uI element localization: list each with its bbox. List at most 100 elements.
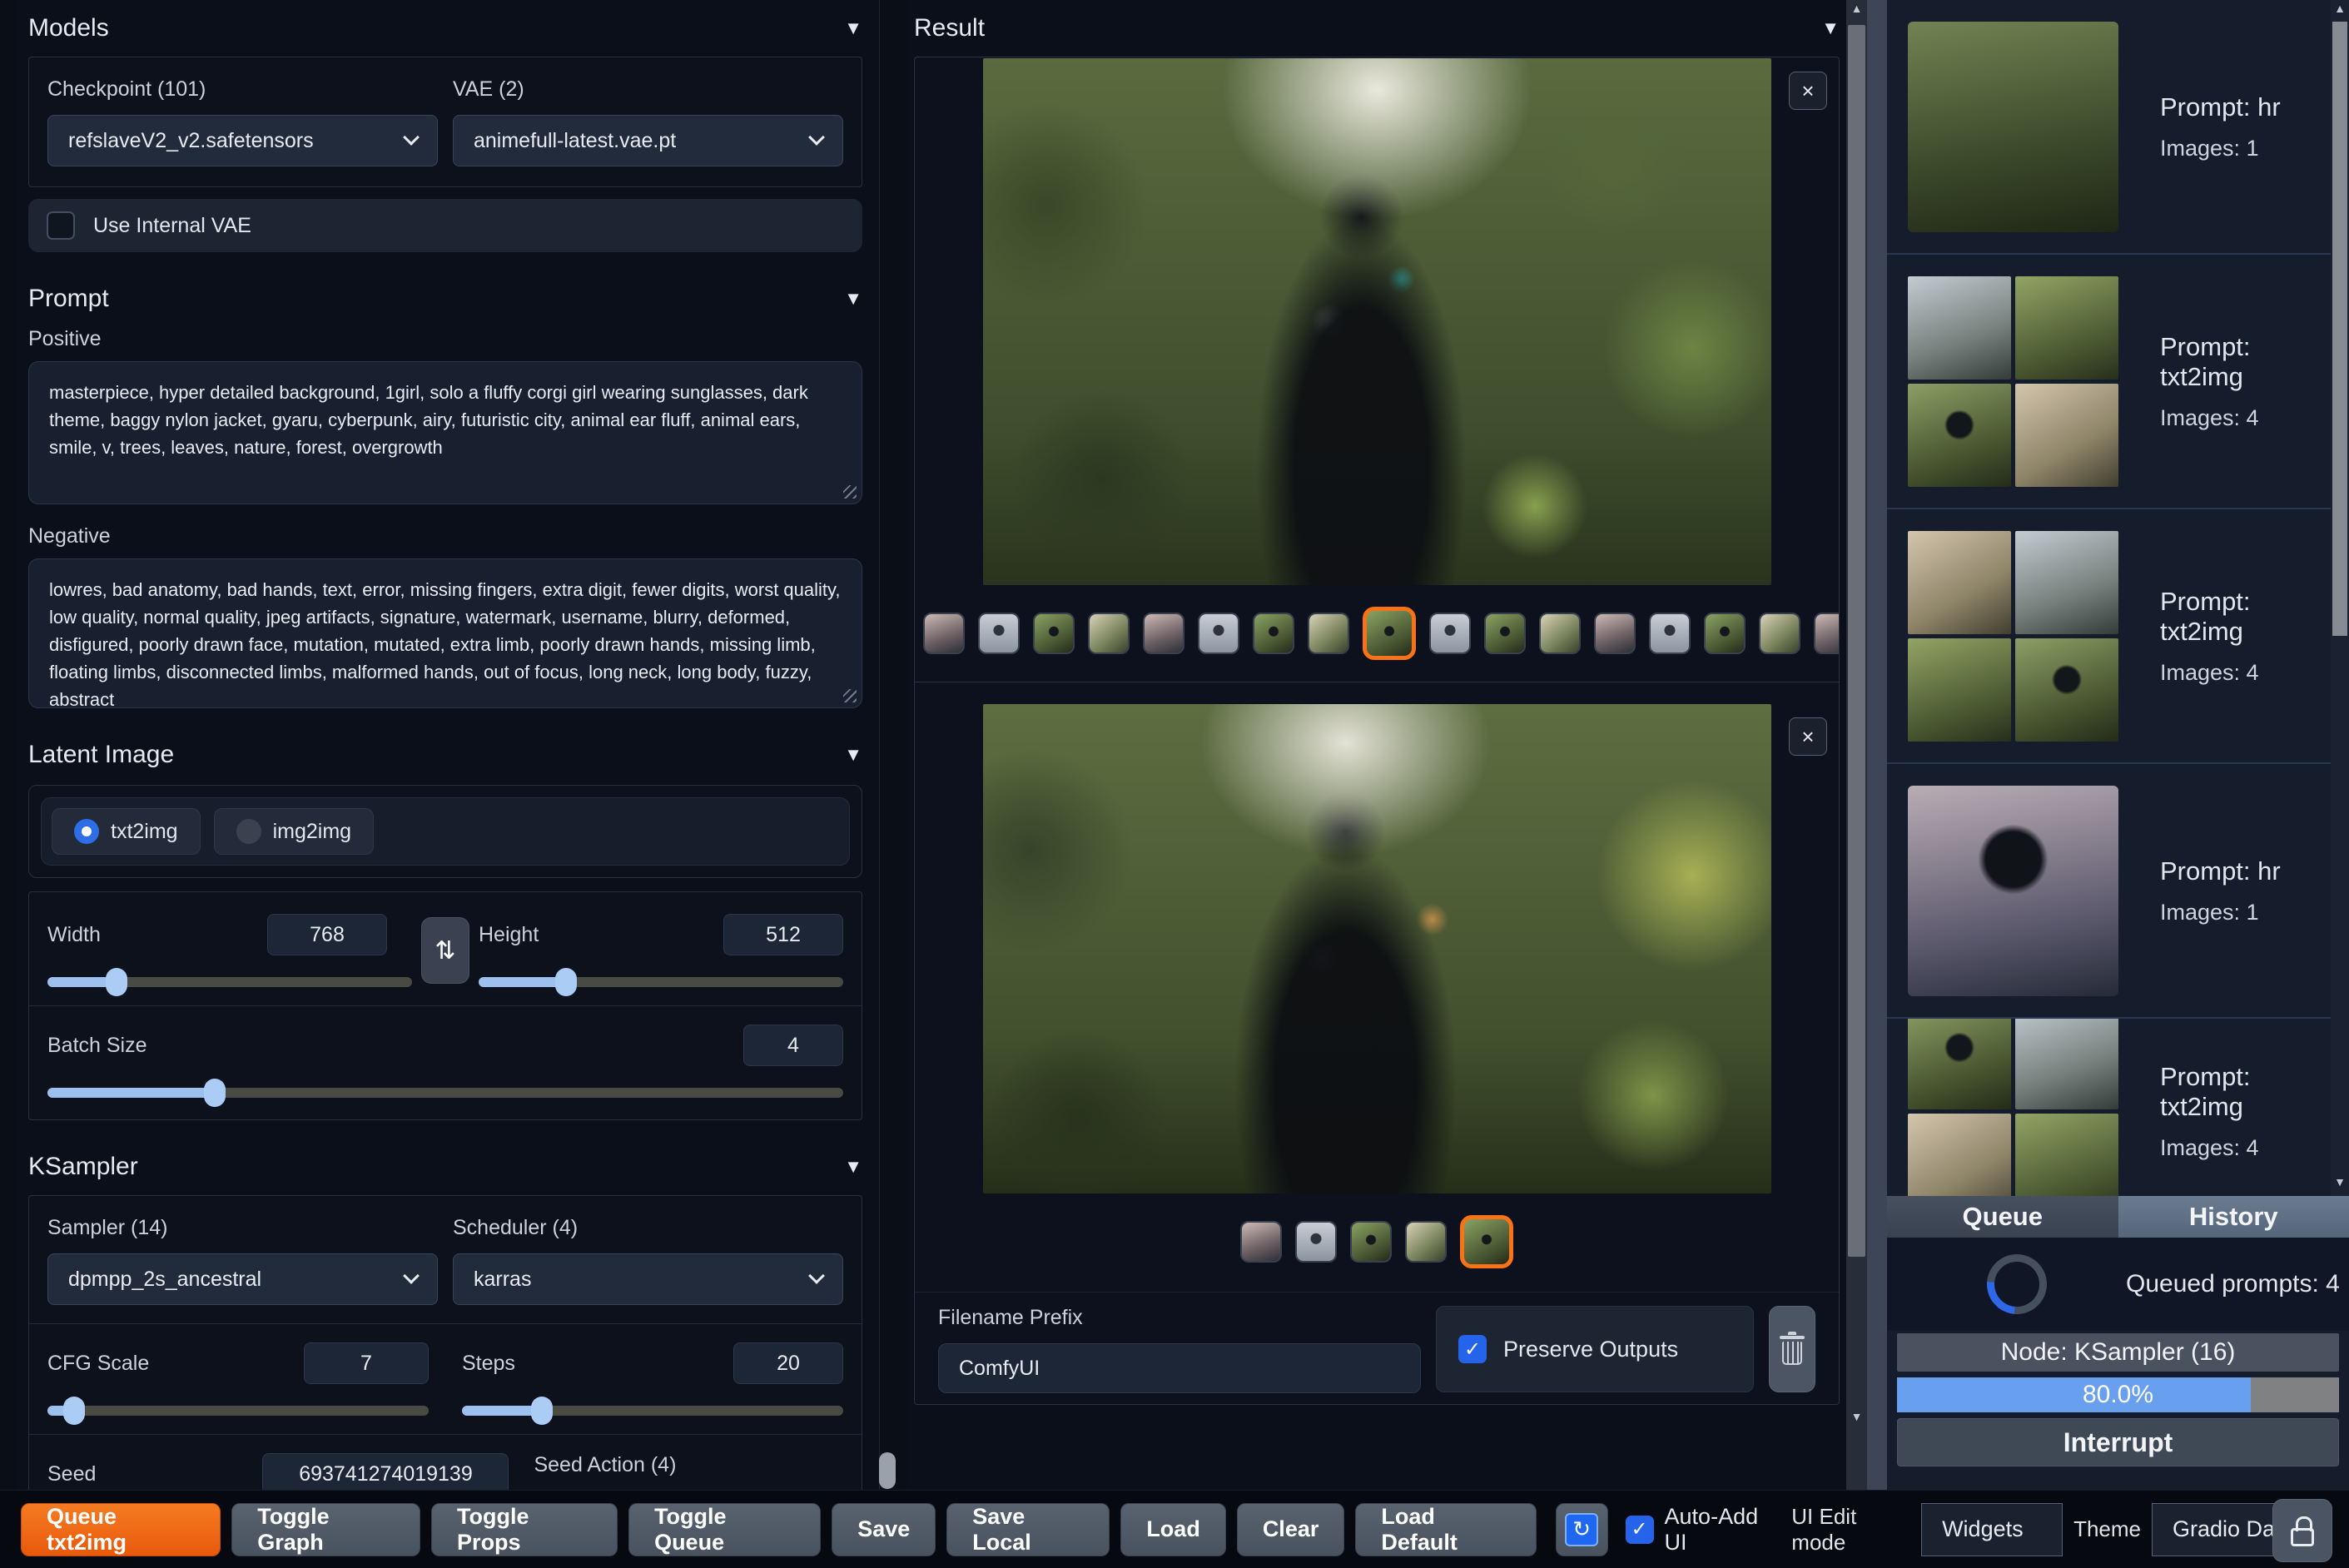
gallery-thumbnail[interactable] [1405, 1221, 1447, 1263]
history-thumbnail[interactable] [1908, 785, 2118, 996]
gallery-thumbnail[interactable] [1814, 613, 1839, 654]
history-item[interactable]: Prompt: txt2img Images: 4 [1887, 255, 2349, 509]
interrupt-button[interactable]: Interrupt [1897, 1418, 2339, 1466]
history-item[interactable]: Prompt: txt2img Images: 4 [1887, 1019, 2349, 1196]
steps-slider[interactable] [462, 1397, 843, 1425]
scroll-down-icon[interactable]: ▼ [1846, 1410, 1867, 1423]
checkpoint-dropdown[interactable]: refslaveV2_v2.safetensors [47, 115, 438, 166]
collapse-icon[interactable]: ▼ [844, 288, 862, 310]
load-default-button[interactable]: Load Default [1355, 1502, 1537, 1556]
use-internal-vae-checkbox[interactable] [47, 211, 75, 240]
negative-prompt-input[interactable]: lowres, bad anatomy, bad hands, text, er… [28, 558, 862, 710]
height-slider[interactable] [479, 968, 843, 996]
lock-button[interactable] [2272, 1499, 2332, 1562]
history-item[interactable]: Prompt: hr Images: 1 [1887, 0, 2349, 255]
gallery-thumbnail-selected[interactable] [1460, 1215, 1513, 1268]
gallery-thumbnail[interactable] [1143, 613, 1184, 654]
gallery-strip-2[interactable] [915, 1205, 1839, 1278]
collapse-icon[interactable]: ▼ [1821, 17, 1840, 39]
mode-txt2img-radio[interactable]: txt2img [52, 808, 201, 855]
latent-image-section-header[interactable]: Latent Image ▼ [28, 738, 862, 772]
gallery-thumbnail[interactable] [1649, 613, 1691, 654]
height-input[interactable]: 512 [723, 914, 843, 955]
widgets-dropdown[interactable]: Widgets [1921, 1502, 2063, 1556]
history-thumbnail-grid[interactable] [1908, 275, 2118, 487]
preserve-outputs-checkbox[interactable]: ✓ [1458, 1335, 1487, 1363]
batch-size-slider[interactable] [47, 1079, 843, 1107]
width-input[interactable]: 768 [267, 914, 387, 955]
resize-grip-icon[interactable] [843, 485, 857, 499]
result-section-header[interactable]: Result ▼ [914, 12, 1840, 45]
history-thumbnail[interactable] [1908, 21, 2118, 232]
prompt-section-header[interactable]: Prompt ▼ [28, 282, 862, 315]
gallery-thumbnail[interactable] [1308, 613, 1349, 654]
gallery-thumbnail[interactable] [1594, 613, 1636, 654]
mode-img2img-radio[interactable]: img2img [213, 808, 375, 855]
scroll-down-icon[interactable]: ▼ [2331, 1175, 2349, 1188]
history-item[interactable]: Prompt: hr Images: 1 [1887, 764, 2349, 1019]
generated-image-1[interactable] [982, 58, 1771, 585]
queue-txt2img-button[interactable]: Queue txt2img [21, 1502, 221, 1556]
load-button[interactable]: Load [1120, 1502, 1226, 1556]
sidebar-scrollbar[interactable]: ▲ ▼ [2331, 0, 2349, 1196]
history-item[interactable]: Prompt: txt2img Images: 4 [1887, 509, 2349, 764]
gallery-thumbnail[interactable] [1539, 613, 1581, 654]
scheduler-dropdown[interactable]: karras [453, 1253, 843, 1305]
gallery-thumbnail[interactable] [978, 613, 1020, 654]
gallery-thumbnail-selected[interactable] [1363, 607, 1416, 660]
seed-input[interactable]: 693741274019139 [262, 1453, 509, 1490]
generated-image-2[interactable] [982, 704, 1771, 1193]
steps-input[interactable]: 20 [733, 1342, 843, 1384]
gallery-thumbnail[interactable] [1253, 613, 1294, 654]
collapse-icon[interactable]: ▼ [844, 744, 862, 766]
refresh-button[interactable]: ↻ [1555, 1502, 1608, 1556]
gallery-thumbnail[interactable] [1704, 613, 1746, 654]
main-scrollbar-thumb[interactable] [1848, 25, 1865, 1257]
save-button[interactable]: Save [832, 1502, 936, 1556]
toggle-props-button[interactable]: Toggle Props [431, 1502, 618, 1556]
gallery-thumbnail[interactable] [1033, 613, 1075, 654]
use-internal-vae-row[interactable]: Use Internal VAE [28, 199, 862, 252]
close-image-2-button[interactable]: × [1789, 717, 1827, 756]
clear-button[interactable]: Clear [1236, 1502, 1345, 1556]
toggle-queue-button[interactable]: Toggle Queue [628, 1502, 822, 1556]
cfg-scale-slider[interactable] [47, 1397, 429, 1425]
gallery-thumbnail[interactable] [1240, 1221, 1282, 1263]
gallery-thumbnail[interactable] [1088, 613, 1130, 654]
left-panel-scrollbar-thumb[interactable] [879, 1452, 896, 1489]
gallery-thumbnail[interactable] [923, 613, 965, 654]
toggle-graph-button[interactable]: Toggle Graph [231, 1502, 421, 1556]
gallery-thumbnail[interactable] [1429, 613, 1471, 654]
models-section-header[interactable]: Models ▼ [28, 12, 862, 45]
gallery-thumbnail[interactable] [1350, 1221, 1392, 1263]
vae-dropdown[interactable]: animefull-latest.vae.pt [453, 115, 843, 166]
delete-outputs-button[interactable] [1769, 1306, 1815, 1392]
batch-size-input[interactable]: 4 [743, 1025, 843, 1066]
gallery-thumbnail[interactable] [1484, 613, 1526, 654]
gallery-thumbnail[interactable] [1295, 1221, 1337, 1263]
auto-add-ui-checkbox[interactable]: ✓ [1625, 1515, 1654, 1544]
resize-grip-icon[interactable] [843, 689, 857, 702]
width-slider[interactable] [47, 968, 412, 996]
filename-prefix-input[interactable]: ComfyUI [938, 1343, 1421, 1393]
swap-dimensions-button[interactable]: ⇅ [421, 917, 469, 984]
gallery-thumbnail[interactable] [1759, 613, 1800, 654]
save-local-button[interactable]: Save Local [946, 1502, 1110, 1556]
close-image-1-button[interactable]: × [1789, 72, 1827, 110]
sidebar-scrollbar-thumb[interactable] [2332, 22, 2347, 636]
tab-history[interactable]: History [2118, 1196, 2349, 1238]
gallery-thumbnail[interactable] [1198, 613, 1239, 654]
tab-queue[interactable]: Queue [1887, 1196, 2118, 1238]
history-thumbnail-grid[interactable] [1908, 530, 2118, 742]
positive-prompt-input[interactable]: masterpiece, hyper detailed background, … [28, 361, 862, 504]
preserve-outputs-row[interactable]: ✓ Preserve Outputs [1436, 1306, 1754, 1392]
scroll-up-icon[interactable]: ▲ [2331, 2, 2349, 15]
ksampler-section-header[interactable]: KSampler ▼ [28, 1150, 862, 1183]
sampler-dropdown[interactable]: dpmpp_2s_ancestral [47, 1253, 438, 1305]
collapse-icon[interactable]: ▼ [844, 17, 862, 39]
gallery-strip-1[interactable] [915, 597, 1839, 670]
history-thumbnail-grid[interactable] [1908, 1019, 2118, 1196]
cfg-scale-input[interactable]: 7 [304, 1342, 429, 1384]
scroll-up-icon[interactable]: ▲ [1846, 2, 1867, 15]
collapse-icon[interactable]: ▼ [844, 1156, 862, 1178]
